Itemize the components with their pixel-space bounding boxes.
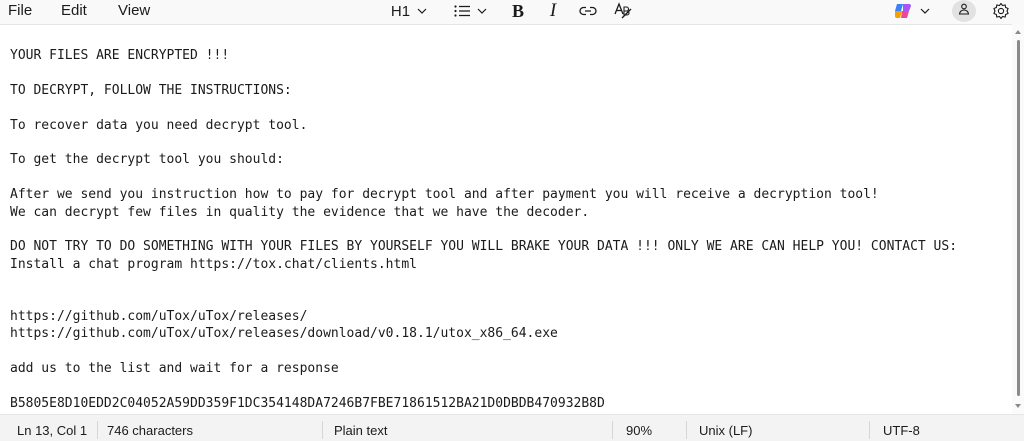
chevron-down-icon	[477, 8, 487, 14]
text-editor[interactable]: YOUR FILES ARE ENCRYPTED !!! TO DECRYPT, …	[0, 24, 1012, 415]
editor-line[interactable]: YOUR FILES ARE ENCRYPTED !!!	[10, 47, 957, 64]
editor-line[interactable]	[10, 169, 957, 186]
menu-edit[interactable]: Edit	[61, 2, 87, 20]
vertical-scrollbar[interactable]	[1012, 24, 1024, 414]
heading-dropdown[interactable]: H1	[389, 0, 429, 22]
cursor-position: Ln 13, Col 1	[17, 423, 88, 438]
status-divider	[612, 421, 613, 439]
editor-line[interactable]: B5805E8D10EDD2C04052A59DD359F1DC354148DA…	[10, 395, 957, 412]
editor-line[interactable]: After we send you instruction how to pay…	[10, 186, 957, 203]
scroll-thumb[interactable]	[1017, 40, 1020, 396]
status-divider	[686, 421, 687, 439]
link-button[interactable]	[578, 0, 598, 22]
clear-formatting-icon	[613, 2, 633, 20]
list-dropdown[interactable]	[451, 0, 489, 22]
status-divider	[322, 421, 323, 439]
editor-line[interactable]	[10, 99, 957, 116]
zoom-level[interactable]: 90%	[626, 423, 652, 438]
editor-line[interactable]: https://github.com/uTox/uTox/releases/	[10, 308, 957, 325]
character-count: 746 characters	[107, 423, 193, 438]
copilot-button[interactable]	[890, 0, 932, 22]
editor-content[interactable]: YOUR FILES ARE ENCRYPTED !!! TO DECRYPT, …	[10, 47, 957, 412]
settings-icon	[992, 2, 1010, 20]
encoding: UTF-8	[883, 423, 920, 438]
editor-line[interactable]	[10, 273, 957, 290]
editor-line[interactable]: To recover data you need decrypt tool.	[10, 117, 957, 134]
editor-line[interactable]	[10, 378, 957, 395]
editor-line[interactable]	[10, 343, 957, 360]
bold-button[interactable]: B	[508, 0, 528, 22]
heading-label: H1	[390, 2, 411, 20]
settings-button[interactable]	[990, 0, 1012, 22]
bold-icon: B	[511, 0, 524, 21]
status-divider	[97, 421, 98, 439]
editor-line[interactable]: To get the decrypt tool you should:	[10, 151, 957, 168]
account-icon	[958, 2, 970, 20]
status-divider	[869, 421, 870, 439]
editor-line[interactable]: TO DECRYPT, FOLLOW THE INSTRUCTIONS:	[10, 82, 957, 99]
editor-line[interactable]: We can decrypt few files in quality the …	[10, 204, 957, 221]
editor-line[interactable]	[10, 221, 957, 238]
chevron-down-icon	[417, 8, 427, 14]
editor-line[interactable]: DO NOT TRY TO DO SOMETHING WITH YOUR FIL…	[10, 238, 957, 255]
italic-icon: I	[549, 0, 557, 21]
link-icon	[579, 6, 597, 16]
notepad-window: File Edit View H1 B I YOUR FILES ARE ENC…	[0, 0, 1024, 441]
editor-line[interactable]	[10, 291, 957, 308]
editor-line[interactable]	[10, 64, 957, 81]
editor-line[interactable]	[10, 134, 957, 151]
toolbar: File Edit View H1 B I	[0, 0, 1024, 24]
status-bar: Ln 13, Col 1 746 characters Plain text 9…	[0, 414, 1024, 441]
editor-line[interactable]: add us to the list and wait for a respon…	[10, 360, 957, 377]
line-ending: Unix (LF)	[699, 423, 753, 438]
bulleted-list-icon	[453, 5, 470, 17]
scroll-down-arrow-icon[interactable]	[1015, 404, 1021, 408]
clear-formatting-button[interactable]	[612, 0, 634, 22]
account-button[interactable]	[952, 0, 976, 22]
scroll-up-arrow-icon[interactable]	[1015, 30, 1021, 34]
menu-file[interactable]: File	[8, 2, 32, 20]
menu-view[interactable]: View	[118, 2, 150, 20]
copilot-icon	[893, 2, 913, 20]
editor-line[interactable]: https://github.com/uTox/uTox/releases/do…	[10, 325, 957, 342]
italic-button[interactable]: I	[543, 0, 563, 22]
text-format: Plain text	[334, 423, 388, 438]
chevron-down-icon	[920, 8, 930, 14]
editor-line[interactable]: Install a chat program https://tox.chat/…	[10, 256, 957, 273]
